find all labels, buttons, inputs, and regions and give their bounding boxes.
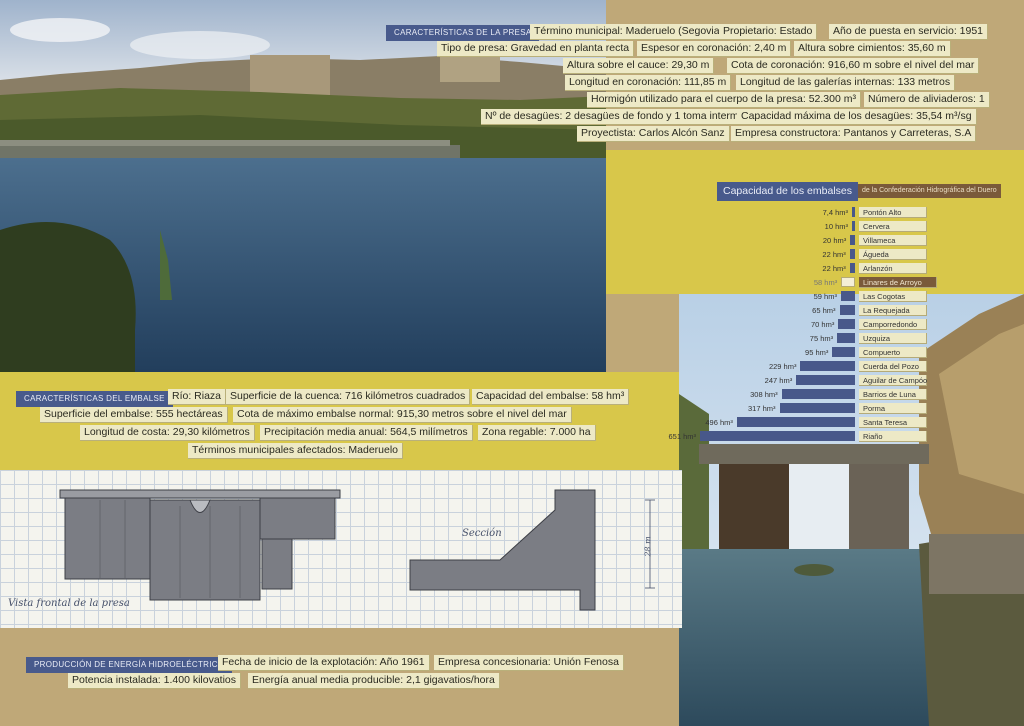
chart-bar	[781, 389, 855, 399]
chart-category-label: Aguilar de Campóo	[859, 375, 927, 386]
chart-bar	[800, 361, 855, 371]
chart-bar	[852, 207, 855, 217]
chart-value-label: 7,4 hm³	[822, 208, 848, 217]
embalse-label-municipios: Términos municipales afectados: Maderuel…	[188, 443, 404, 459]
chart-bar	[700, 431, 855, 441]
presa-label-hormigon: Hormigón utilizado para el cuerpo de la …	[587, 92, 861, 108]
energia-label-fecha: Fecha de inicio de la explotación: Año 1…	[218, 655, 430, 671]
embalse-label-cuenca: Superficie de la cuenca: 716 kilómetros …	[226, 389, 471, 405]
presa-label-espesor: Espesor en coronación: 2,40 m	[637, 41, 792, 57]
technical-drawing: Vista frontal de la presa Sección 28 m	[0, 470, 682, 628]
chart-value-label: 22 hm³	[822, 250, 846, 259]
chart-category-label: Compuerto	[859, 347, 927, 358]
presa-label-aliviaderos: Número de aliviaderos: 1	[864, 92, 990, 108]
chart-value-label: 10 hm³	[824, 222, 848, 231]
chart-title: Capacidad de los embalses	[717, 182, 858, 201]
chart-category-label: Cuerda del Pozo	[859, 361, 927, 372]
chart-category-label: Barrios de Luna	[859, 389, 927, 400]
chart-bar	[779, 403, 855, 413]
chart-value-label: 229 hm³	[768, 362, 797, 371]
embalse-label-zona-regable: Zona regable: 7.000 ha	[478, 425, 596, 441]
presa-label-anio: Año de puesta en servicio: 1951	[829, 24, 989, 40]
chart-value-label: 317 hm³	[748, 404, 776, 413]
presa-label-propietario: Propietario: Estado	[719, 24, 818, 40]
presa-label-capacidad-desagues: Capacidad máxima de los desagües: 35,54 …	[737, 109, 977, 125]
chart-value-label: 20 hm³	[822, 236, 847, 245]
chart-category-label: Pontón Alto	[859, 207, 927, 218]
embalse-label-superficie: Superficie del embalse: 555 hectáreas	[40, 407, 228, 423]
chart-bar	[841, 277, 855, 287]
chart-value-label: 247 hm³	[764, 376, 793, 385]
height-annotation: 28 m	[643, 536, 653, 557]
section-caption: Sección	[462, 528, 502, 539]
chart-category-label: Uzquiza	[859, 333, 927, 344]
chart-value-label: 70 hm³	[810, 320, 835, 329]
chart-category-label: Villameca	[859, 235, 927, 246]
presa-label-municipio: Término municipal: Maderuelo (Segovia)	[530, 24, 729, 40]
energia-label-empresa: Empresa concesionaria: Unión Fenosa	[434, 655, 624, 671]
chart-category-label: La Requejada	[859, 305, 927, 316]
presa-header: Características de la presa	[386, 25, 540, 41]
chart-category-label: Las Cogotas	[859, 291, 927, 302]
presa-label-desagues: Nº de desagües: 2 desagües de fondo y 1 …	[481, 109, 764, 125]
presa-label-galerias: Longitud de las galerías internas: 133 m…	[736, 75, 956, 91]
presa-label-cota-coronacion: Cota de coronación: 916,60 m sobre el ni…	[727, 58, 980, 74]
energia-label-energia: Energía anual media producible: 2,1 giga…	[248, 673, 500, 689]
chart-category-label: Arlanzón	[859, 263, 927, 274]
chart-value-label: 496 hm³	[705, 418, 733, 427]
chart-value-label: 75 hm³	[809, 334, 834, 343]
chart-bar	[850, 235, 855, 245]
chart-category-label: Cervera	[859, 221, 927, 232]
embalse-label-cota: Cota de máximo embalse normal: 915,30 me…	[233, 407, 572, 423]
chart-bar	[796, 375, 855, 385]
chart-bar	[849, 263, 855, 273]
dam-front-view	[59, 489, 341, 601]
front-view-caption: Vista frontal de la presa	[8, 598, 130, 609]
embalse-label-capacidad: Capacidad del embalse: 58 hm³	[472, 389, 630, 405]
chart-value-label: 651 hm³	[668, 432, 696, 441]
dam-photo	[679, 294, 1024, 726]
energia-header: Producción de energía hidroeléctrica	[26, 657, 232, 673]
chart-bar	[838, 319, 855, 329]
chart-value-label: 308 hm³	[750, 390, 778, 399]
chart-subtitle: de la Confederación Hidrográfica del Due…	[858, 184, 1001, 198]
chart-bar	[849, 249, 855, 259]
chart-value-label: 65 hm³	[812, 306, 836, 315]
chart-category-label: Águeda	[859, 249, 927, 260]
energia-label-potencia: Potencia instalada: 1.400 kilovatios	[68, 673, 242, 689]
chart-value-label: 22 hm³	[822, 264, 846, 273]
presa-label-longitud-coronacion: Longitud en coronación: 111,85 m	[565, 75, 732, 91]
presa-label-altura-cimientos: Altura sobre cimientos: 35,60 m	[794, 41, 951, 57]
embalse-label-precipitacion: Precipitación media anual: 564,5 milímet…	[260, 425, 473, 441]
embalse-label-costa: Longitud de costa: 29,30 kilómetros	[80, 425, 255, 441]
chart-value-label: 58 hm³	[813, 278, 838, 287]
chart-bar	[832, 347, 855, 357]
chart-category-label: Porma	[859, 403, 927, 414]
embalse-header: Características del embalse	[16, 391, 173, 407]
chart-value-label: 95 hm³	[805, 348, 829, 357]
dam-section-view	[409, 489, 596, 611]
presa-label-altura-cauce: Altura sobre el cauce: 29,30 m	[563, 58, 715, 74]
chart-bar	[852, 221, 855, 231]
chart-value-label: 59 hm³	[813, 292, 837, 301]
chart-category-label: Camporredondo	[859, 319, 927, 330]
presa-label-tipo: Tipo de presa: Gravedad en planta recta	[437, 41, 635, 57]
chart-bar	[837, 333, 855, 343]
chart-bar	[736, 417, 855, 427]
presa-label-proyectista: Proyectista: Carlos Alcón Sanz	[577, 126, 730, 142]
chart-bar	[839, 305, 855, 315]
presa-label-constructora: Empresa constructora: Pantanos y Carrete…	[731, 126, 977, 142]
chart-category-label: Riaño	[859, 431, 927, 442]
chart-bar	[840, 291, 855, 301]
chart-category-label: Linares de Arroyo	[859, 277, 937, 288]
chart-category-label: Santa Teresa	[859, 417, 927, 428]
embalse-label-rio: Río: Riaza	[168, 389, 227, 405]
